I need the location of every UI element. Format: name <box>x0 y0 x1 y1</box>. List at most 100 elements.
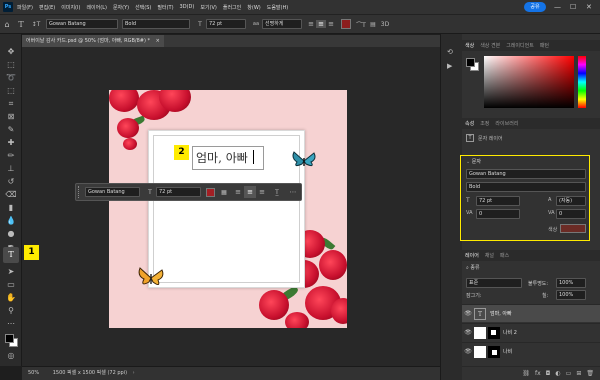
hand-tool-icon[interactable]: ✋ <box>5 292 17 304</box>
tab-color[interactable]: 색상 <box>465 42 474 49</box>
font-size-field[interactable]: 72 pt <box>206 19 246 29</box>
visibility-eye-icon[interactable]: 👁 <box>462 329 474 336</box>
crop-tool-icon[interactable]: ⌗ <box>5 98 17 110</box>
visibility-eye-icon[interactable]: 👁 <box>462 348 474 355</box>
align-center-icon[interactable]: ≡ <box>316 20 326 28</box>
quick-mask-icon[interactable]: ◎ <box>5 350 17 362</box>
tab-properties[interactable]: 속성 <box>465 120 474 127</box>
history-panel-icon[interactable]: ⟲ <box>447 48 453 56</box>
mask-icon[interactable]: ◘ <box>546 370 551 377</box>
brush-tool-icon[interactable]: ✏ <box>5 150 17 162</box>
prop-font-size-field[interactable]: 72 pt <box>476 196 520 206</box>
dodge-tool-icon[interactable]: ● <box>5 228 17 240</box>
type-tool-icon[interactable]: T <box>3 247 19 263</box>
menu-edit[interactable]: 편집(E) <box>39 4 55 11</box>
floating-align-right-icon[interactable]: ≡ <box>256 188 268 196</box>
adjustment-icon[interactable]: ◐ <box>555 370 560 377</box>
canvas-text[interactable]: 엄마, 아빠 <box>196 148 260 168</box>
prop-tracking-field[interactable]: 0 <box>556 209 586 219</box>
minimize-icon[interactable]: — <box>554 2 561 12</box>
floating-font-size-field[interactable]: 72 pt <box>156 187 201 197</box>
menu-view[interactable]: 보기(V) <box>200 4 217 11</box>
clone-stamp-tool-icon[interactable]: ⊥ <box>5 163 17 175</box>
fx-icon[interactable]: fx <box>535 370 541 377</box>
tab-gradients[interactable]: 그레이디언트 <box>506 42 534 49</box>
floating-color-swatch[interactable] <box>206 187 215 197</box>
document-tab-close-icon[interactable]: × <box>156 38 160 44</box>
menu-select[interactable]: 선택(S) <box>135 4 151 11</box>
prop-kerning-field[interactable]: 0 <box>476 209 520 219</box>
menu-file[interactable]: 파일(F) <box>17 4 33 11</box>
floating-more-icon[interactable]: ⋯ <box>287 188 299 196</box>
object-select-tool-icon[interactable]: ⬚ <box>5 85 17 97</box>
floating-align-center-icon[interactable]: ≡ <box>244 186 256 198</box>
floating-font-family-select[interactable]: Gowan Batang <box>85 187 140 197</box>
history-brush-tool-icon[interactable]: ↺ <box>5 176 17 188</box>
tab-adjustments[interactable]: 조정 <box>480 120 489 127</box>
floating-options-icon[interactable]: ▦ <box>218 189 230 196</box>
color-picker-field[interactable] <box>484 56 574 108</box>
actions-panel-icon[interactable]: ▶ <box>447 62 452 70</box>
fill-field[interactable]: 100% <box>556 290 586 300</box>
layer-row-butterfly[interactable]: 👁 나비 <box>462 342 600 360</box>
healing-brush-tool-icon[interactable]: ✚ <box>5 137 17 149</box>
home-icon[interactable]: ⌂ <box>0 20 14 29</box>
layer-row-butterfly-2[interactable]: 👁 나비 2 <box>462 323 600 341</box>
folder-icon[interactable]: ▭ <box>566 370 572 377</box>
text-color-swatch[interactable] <box>341 19 351 29</box>
document-tab[interactable]: 어버이날 감사 카드.psd @ 50% (엄마, 아빠, RGB/8#) * … <box>22 35 164 47</box>
foreground-color-swatch[interactable] <box>5 334 14 343</box>
menu-window[interactable]: 창(W) <box>247 4 260 11</box>
collapse-chevron-icon[interactable]: ⌄ <box>466 159 470 165</box>
layer-row-text[interactable]: 👁 T 엄마, 아빠 <box>462 304 600 322</box>
frame-tool-icon[interactable]: ⊠ <box>5 111 17 123</box>
hue-slider[interactable] <box>578 56 586 108</box>
menu-3d[interactable]: 3D(D) <box>180 4 195 10</box>
opacity-field[interactable]: 100% <box>556 278 586 288</box>
eraser-tool-icon[interactable]: ⌫ <box>5 189 17 201</box>
menu-type[interactable]: 문자(Y) <box>113 4 129 11</box>
blur-tool-icon[interactable]: 💧 <box>5 215 17 227</box>
lasso-tool-icon[interactable]: ➰ <box>5 72 17 84</box>
more-tools-icon[interactable]: ⋯ <box>5 318 17 330</box>
3d-icon[interactable]: 3D <box>379 21 391 28</box>
menu-layer[interactable]: 레이어(L) <box>86 4 107 11</box>
zoom-tool-icon[interactable]: ⚲ <box>5 305 17 317</box>
marquee-tool-icon[interactable]: ⬚ <box>5 59 17 71</box>
trash-icon[interactable]: 🗑 <box>586 370 594 377</box>
tab-libraries[interactable]: 라이브러리 <box>495 120 518 127</box>
rectangle-tool-icon[interactable]: ▭ <box>5 279 17 291</box>
prop-leading-field[interactable]: (자동) <box>556 196 586 206</box>
floating-warp-icon[interactable]: T̲ <box>271 189 283 196</box>
menu-filter[interactable]: 필터(T) <box>157 4 173 11</box>
font-style-select[interactable]: Bold <box>122 19 190 29</box>
prop-color-swatch[interactable] <box>560 224 586 233</box>
menu-image[interactable]: 이미지(I) <box>61 4 80 11</box>
menu-help[interactable]: 도움말(H) <box>267 4 288 11</box>
move-tool-icon[interactable]: ✥ <box>5 46 17 58</box>
prop-font-family-select[interactable]: Gowan Batang <box>466 169 586 179</box>
tab-patterns[interactable]: 패턴 <box>540 42 549 49</box>
menu-plugins[interactable]: 플러그인 <box>223 4 241 11</box>
zoom-level[interactable]: 50% <box>28 370 39 376</box>
gradient-tool-icon[interactable]: ▮ <box>5 202 17 214</box>
drag-handle-icon[interactable] <box>78 186 82 198</box>
tab-layers[interactable]: 레이어 <box>465 252 479 259</box>
color-fg-swatch[interactable] <box>466 58 475 67</box>
layer-filter-label[interactable]: 종류 <box>470 265 479 271</box>
warp-text-icon[interactable]: ⌒T <box>355 20 367 29</box>
type-tool-preset-icon[interactable]: T <box>14 20 28 29</box>
tab-swatches[interactable]: 색상 견본 <box>480 42 500 49</box>
blend-mode-select[interactable]: 표준 <box>466 278 522 288</box>
status-arrow-icon[interactable]: › <box>133 370 135 376</box>
maximize-icon[interactable]: ☐ <box>570 2 576 12</box>
align-left-icon[interactable]: ≡ <box>306 20 316 28</box>
prop-font-style-select[interactable]: Bold <box>466 182 586 192</box>
visibility-eye-icon[interactable]: 👁 <box>462 310 474 317</box>
font-family-select[interactable]: Gowan Batang <box>46 19 118 29</box>
path-select-tool-icon[interactable]: ➤ <box>5 266 17 278</box>
text-orientation-icon[interactable]: ↕T <box>28 21 44 28</box>
tab-channels[interactable]: 채널 <box>485 252 494 259</box>
close-icon[interactable]: ✕ <box>586 2 592 12</box>
share-button[interactable]: 공유 <box>524 2 546 12</box>
